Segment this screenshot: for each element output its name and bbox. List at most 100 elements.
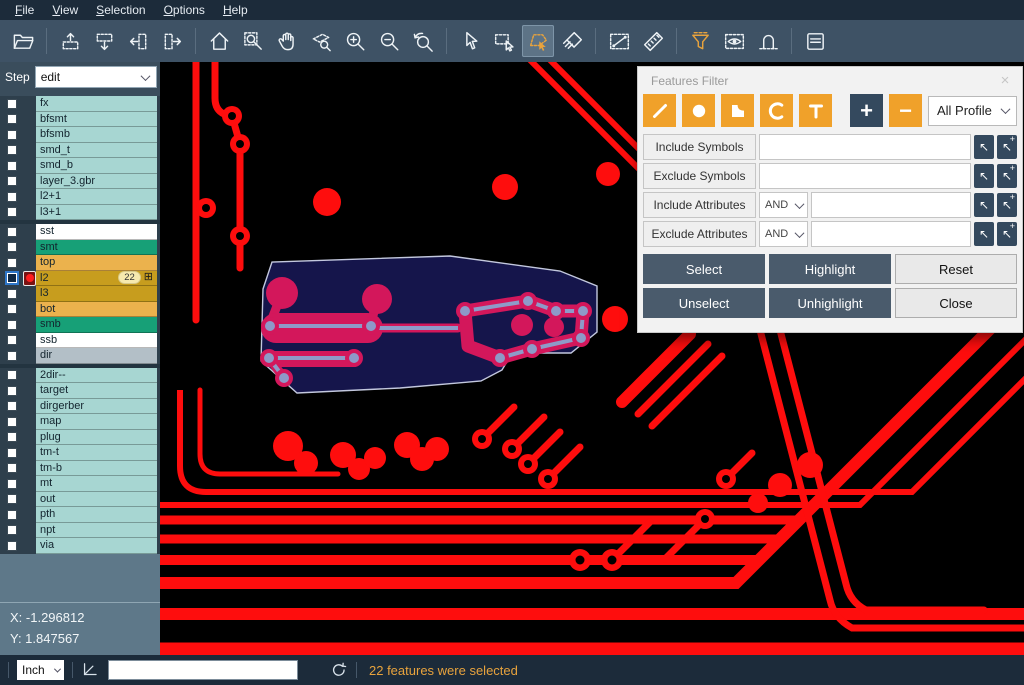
exclude-attributes-input[interactable] [811,221,971,247]
remove-filter-button[interactable]: − [889,94,922,127]
layer-name-cell[interactable]: tm-t [36,445,157,461]
layer-name-cell[interactable]: top [36,255,157,271]
filter-button[interactable] [684,25,716,57]
open-button[interactable] [7,25,39,57]
layer-row-smd_b[interactable]: smd_b [0,158,160,174]
shape-round-button[interactable] [682,94,715,127]
layer-row-pth[interactable]: pth [0,507,160,523]
layers-panel-button[interactable] [799,25,831,57]
pan-left-button[interactable] [122,25,154,57]
layer-name-cell[interactable]: smd_t [36,143,157,159]
layer-checkbox[interactable] [7,304,17,314]
layer-row-top[interactable]: top [0,255,160,271]
zoom-in-button[interactable] [339,25,371,57]
layer-name-cell[interactable]: mt [36,476,157,492]
layer-row-npt[interactable]: npt [0,523,160,539]
unhighlight-button[interactable]: Unhighlight [769,288,891,318]
layer-name-cell[interactable]: npt [36,523,157,539]
layer-checkbox[interactable] [7,130,17,140]
exclude-attributes-pick-button[interactable]: ↖ [974,222,994,246]
exclude-attributes-button[interactable]: Exclude Attributes [643,221,756,247]
layer-row-smt[interactable]: smt [0,240,160,256]
layer-checkbox[interactable] [7,463,17,473]
layer-name-cell[interactable]: fx [36,96,157,112]
layer-name-cell[interactable]: bfsmb [36,127,157,143]
highlight-button[interactable]: Highlight [769,254,891,284]
layer-name-cell[interactable]: smb [36,317,157,333]
dialog-close-button[interactable]: × [996,72,1014,89]
layer-row-2dir--[interactable]: 2dir-- [0,368,160,384]
exclude-attributes-and-select[interactable]: AND [759,221,808,247]
layer-name-cell[interactable]: map [36,414,157,430]
zoom-window-button[interactable] [237,25,269,57]
layer-checkbox[interactable] [7,335,17,345]
exclude-symbols-input[interactable] [759,163,971,189]
include-attributes-button[interactable]: Include Attributes [643,192,756,218]
menu-view[interactable]: View [43,3,87,17]
clean-button[interactable] [556,25,588,57]
layer-row-target[interactable]: target [0,383,160,399]
command-input[interactable] [108,660,298,680]
select-button[interactable] [454,25,486,57]
measure-button[interactable] [603,25,635,57]
step-select[interactable]: edit [35,66,157,88]
layer-checkbox[interactable] [7,401,17,411]
layer-checkbox[interactable] [7,114,17,124]
layer-row-map[interactable]: map [0,414,160,430]
include-symbols-input[interactable] [759,134,971,160]
select-polygon-button[interactable] [522,25,554,57]
layer-row-plug[interactable]: plug [0,430,160,446]
layer-row-sst[interactable]: sst [0,224,160,240]
layer-name-cell[interactable]: pth [36,507,157,523]
layer-name-cell[interactable]: via [36,538,157,554]
profile-select[interactable]: All Profile [928,96,1017,126]
layer-name-cell[interactable]: dirgerber [36,399,157,415]
exclude-attributes-pick-add-button[interactable]: ↖+ [997,222,1017,246]
layer-checkbox[interactable] [7,510,17,520]
layer-row-bfsmb[interactable]: bfsmb [0,127,160,143]
zoom-out-button[interactable] [373,25,405,57]
layer-checkbox[interactable] [7,145,17,155]
include-attributes-input[interactable] [811,192,971,218]
pan-down-button[interactable] [88,25,120,57]
layer-row-layer_3.gbr[interactable]: layer_3.gbr [0,174,160,190]
zoom-previous-button[interactable] [407,25,439,57]
close-button[interactable]: Close [895,288,1017,318]
layer-row-tm-b[interactable]: tm-b [0,461,160,477]
reset-button[interactable]: Reset [895,254,1017,284]
layer-checkbox[interactable] [7,479,17,489]
menu-help[interactable]: Help [214,3,257,17]
menu-file[interactable]: File [6,3,43,17]
layer-row-tm-t[interactable]: tm-t [0,445,160,461]
layer-checkbox[interactable] [7,242,17,252]
layer-row-via[interactable]: via [0,538,160,554]
pan-hand-button[interactable] [271,25,303,57]
exclude-symbols-pick-add-button[interactable]: ↖+ [997,164,1017,188]
layer-name-cell[interactable]: target [36,383,157,399]
layer-checkbox[interactable] [7,386,17,396]
layer-checkbox[interactable] [7,207,17,217]
unselect-button[interactable]: Unselect [643,288,765,318]
layer-checkbox[interactable] [7,258,17,268]
layer-row-mt[interactable]: mt [0,476,160,492]
layer-name-cell[interactable]: bfsmt [36,112,157,128]
layer-name-cell[interactable]: 2dir-- [36,368,157,384]
layer-name-cell[interactable]: dir [36,348,157,364]
exclude-symbols-pick-button[interactable]: ↖ [974,164,994,188]
layer-name-cell[interactable]: plug [36,430,157,446]
layer-name-cell[interactable]: smt [36,240,157,256]
layer-name-cell[interactable]: layer_3.gbr [36,174,157,190]
layer-checkbox[interactable] [7,192,17,202]
layer-name-cell[interactable]: sst [36,224,157,240]
layer-checkbox[interactable] [7,541,17,551]
view-button[interactable] [718,25,750,57]
layer-checkbox[interactable] [7,176,17,186]
layer-checkbox[interactable] [7,273,17,283]
pan-right-button[interactable] [156,25,188,57]
shape-polygon-button[interactable] [721,94,754,127]
unit-select[interactable]: Inch [17,660,64,680]
layer-name-cell[interactable]: ssb [36,333,157,349]
layer-name-cell[interactable]: l3+1 [36,205,157,221]
layer-checkbox[interactable] [7,417,17,427]
layer-name-cell[interactable]: l3 [36,286,157,302]
